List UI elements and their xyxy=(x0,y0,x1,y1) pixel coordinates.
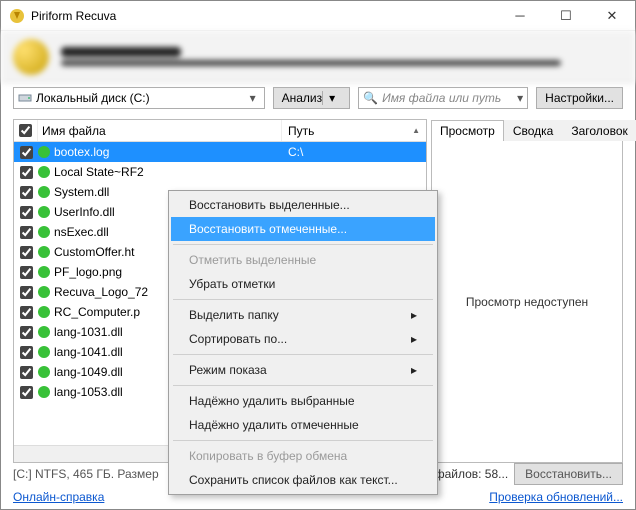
toolbar: Локальный диск (C:) ▾ Анализ ▾ 🔍 Имя фай… xyxy=(1,83,635,113)
submenu-arrow-icon: ▸ xyxy=(411,332,417,346)
files-found: файлов: 58... xyxy=(435,467,508,481)
status-dot-icon xyxy=(38,246,50,258)
chevron-down-icon: ▾ xyxy=(246,91,260,105)
row-checkbox[interactable] xyxy=(20,326,33,339)
file-path: C:\ xyxy=(282,145,426,159)
row-checkbox[interactable] xyxy=(20,386,33,399)
menu-separator xyxy=(173,385,433,386)
row-checkbox[interactable] xyxy=(20,206,33,219)
menu-item[interactable]: Сохранить список файлов как текст... xyxy=(171,468,435,492)
row-checkbox[interactable] xyxy=(20,346,33,359)
status-dot-icon xyxy=(38,266,50,278)
list-header: Имя файла Путь ▲ xyxy=(14,120,426,142)
title-bar: Piriform Recuva ─ ☐ ✕ xyxy=(1,1,635,31)
preview-text: Просмотр недоступен xyxy=(466,295,588,309)
app-icon xyxy=(9,8,25,24)
analyze-button[interactable]: Анализ ▾ xyxy=(273,87,351,109)
search-placeholder: Имя файла или путь xyxy=(382,91,501,105)
chevron-down-icon: ▾ xyxy=(517,91,523,105)
status-dot-icon xyxy=(38,366,50,378)
drive-label: Локальный диск (C:) xyxy=(36,91,150,105)
row-checkbox[interactable] xyxy=(20,146,33,159)
column-path[interactable]: Путь ▲ xyxy=(282,120,426,141)
menu-item[interactable]: Восстановить отмеченные... xyxy=(171,217,435,241)
menu-item: Копировать в буфер обмена xyxy=(171,444,435,468)
menu-item: Отметить выделенные xyxy=(171,248,435,272)
row-checkbox[interactable] xyxy=(20,166,33,179)
preview-body: Просмотр недоступен xyxy=(431,141,623,463)
sort-asc-icon: ▲ xyxy=(412,126,420,135)
column-name[interactable]: Имя файла xyxy=(38,120,282,141)
status-dot-icon xyxy=(38,286,50,298)
status-dot-icon xyxy=(38,206,50,218)
minimize-button[interactable]: ─ xyxy=(497,1,543,31)
window-title: Piriform Recuva xyxy=(31,9,497,23)
row-checkbox[interactable] xyxy=(20,306,33,319)
maximize-button[interactable]: ☐ xyxy=(543,1,589,31)
chevron-down-icon[interactable]: ▾ xyxy=(322,91,341,105)
menu-separator xyxy=(173,440,433,441)
fs-info: [C:] NTFS, 465 ГБ. Размер xyxy=(13,467,159,481)
preview-pane: ПросмотрСводкаЗаголовок Просмотр недосту… xyxy=(431,119,623,463)
menu-separator xyxy=(173,299,433,300)
file-name: Local State~RF2 xyxy=(54,165,282,179)
updates-link[interactable]: Проверка обновлений... xyxy=(489,490,623,504)
menu-separator xyxy=(173,244,433,245)
tab-0[interactable]: Просмотр xyxy=(431,120,504,141)
select-all-checkbox[interactable] xyxy=(14,120,38,141)
header-banner xyxy=(1,31,635,83)
row-checkbox[interactable] xyxy=(20,186,33,199)
analyze-label: Анализ xyxy=(282,91,323,105)
tab-1[interactable]: Сводка xyxy=(504,120,563,141)
search-input[interactable]: 🔍 Имя файла или путь ▾ xyxy=(358,87,528,109)
submenu-arrow-icon: ▸ xyxy=(411,308,417,322)
status-dot-icon xyxy=(38,386,50,398)
table-row[interactable]: bootex.logC:\ xyxy=(14,142,426,162)
status-dot-icon xyxy=(38,146,50,158)
menu-item[interactable]: Надёжно удалить отмеченные xyxy=(171,413,435,437)
search-icon: 🔍 xyxy=(363,91,378,105)
status-dot-icon xyxy=(38,306,50,318)
row-checkbox[interactable] xyxy=(20,366,33,379)
tab-2[interactable]: Заголовок xyxy=(562,120,636,141)
status-dot-icon xyxy=(38,346,50,358)
disk-icon xyxy=(18,90,32,107)
row-checkbox[interactable] xyxy=(20,266,33,279)
menu-item[interactable]: Выделить папку▸ xyxy=(171,303,435,327)
preview-tabs: ПросмотрСводкаЗаголовок xyxy=(431,119,623,141)
drive-selector[interactable]: Локальный диск (C:) ▾ xyxy=(13,87,265,109)
menu-item[interactable]: Восстановить выделенные... xyxy=(171,193,435,217)
file-name: bootex.log xyxy=(54,145,282,159)
submenu-arrow-icon: ▸ xyxy=(411,363,417,377)
row-checkbox[interactable] xyxy=(20,226,33,239)
row-checkbox[interactable] xyxy=(20,286,33,299)
recover-button[interactable]: Восстановить... xyxy=(514,463,623,485)
recuva-logo-icon xyxy=(13,39,49,75)
menu-item[interactable]: Сортировать по...▸ xyxy=(171,327,435,351)
context-menu[interactable]: Восстановить выделенные...Восстановить о… xyxy=(168,190,438,495)
status-dot-icon xyxy=(38,326,50,338)
status-dot-icon xyxy=(38,166,50,178)
menu-item[interactable]: Режим показа▸ xyxy=(171,358,435,382)
row-checkbox[interactable] xyxy=(20,246,33,259)
settings-button[interactable]: Настройки... xyxy=(536,87,623,109)
menu-separator xyxy=(173,354,433,355)
table-row[interactable]: Local State~RF2 xyxy=(14,162,426,182)
close-button[interactable]: ✕ xyxy=(589,1,635,31)
help-link[interactable]: Онлайн-справка xyxy=(13,490,104,504)
menu-item[interactable]: Надёжно удалить выбранные xyxy=(171,389,435,413)
menu-item[interactable]: Убрать отметки xyxy=(171,272,435,296)
status-dot-icon xyxy=(38,186,50,198)
status-dot-icon xyxy=(38,226,50,238)
